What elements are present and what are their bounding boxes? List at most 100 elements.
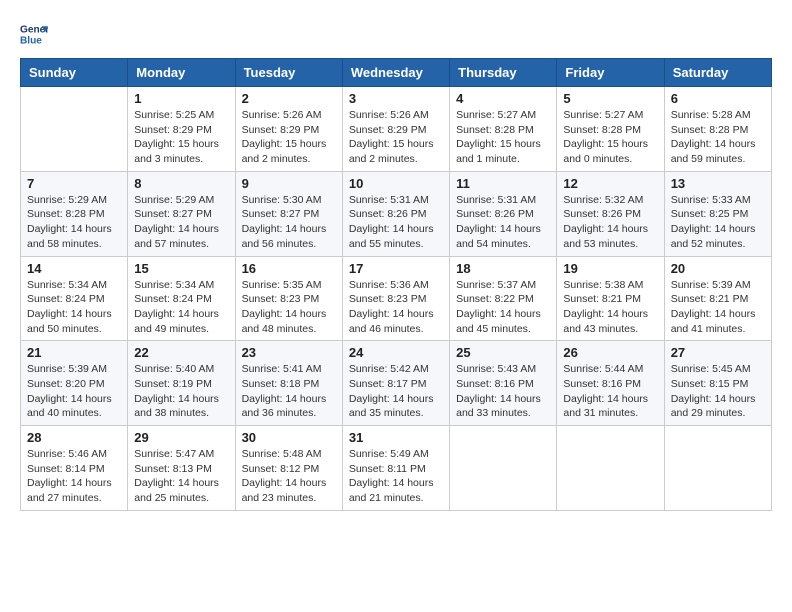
day-info: Sunrise: 5:44 AMSunset: 8:16 PMDaylight:…	[563, 362, 657, 421]
calendar-cell: 8Sunrise: 5:29 AMSunset: 8:27 PMDaylight…	[128, 171, 235, 256]
calendar-cell: 21 Sunrise: 5:39 AMSunset: 8:20 PMDayligh…	[21, 341, 128, 426]
day-info: Sunrise: 5:39 AMSunset: 8:21 PMDaylight:…	[671, 278, 765, 337]
day-number: 21	[27, 345, 121, 360]
day-number: 3	[349, 91, 443, 106]
day-number: 22	[134, 345, 228, 360]
day-number: 23	[242, 345, 336, 360]
calendar-cell: 30Sunrise: 5:48 AMSunset: 8:12 PMDayligh…	[235, 426, 342, 511]
calendar-cell	[557, 426, 664, 511]
day-info: Sunrise: 5:40 AMSunset: 8:19 PMDaylight:…	[134, 362, 228, 421]
day-info: Sunrise: 5:35 AMSunset: 8:23 PMDaylight:…	[242, 278, 336, 337]
calendar-cell: 1 Sunrise: 5:25 AMSunset: 8:29 PMDaylight…	[128, 87, 235, 172]
day-number: 14	[27, 261, 121, 276]
day-info: Sunrise: 5:38 AMSunset: 8:21 PMDaylight:…	[563, 278, 657, 337]
calendar-week-row: 7 Sunrise: 5:29 AMSunset: 8:28 PMDaylight…	[21, 171, 772, 256]
day-number: 16	[242, 261, 336, 276]
day-number: 29	[134, 430, 228, 445]
day-number: 6	[671, 91, 765, 106]
calendar-cell: 27 Sunrise: 5:45 AMSunset: 8:15 PMDayligh…	[664, 341, 771, 426]
day-info: Sunrise: 5:47 AMSunset: 8:13 PMDaylight:…	[134, 447, 228, 506]
calendar-cell	[664, 426, 771, 511]
day-number: 2	[242, 91, 336, 106]
calendar-cell: 20 Sunrise: 5:39 AMSunset: 8:21 PMDayligh…	[664, 256, 771, 341]
calendar-cell: 18 Sunrise: 5:37 AMSunset: 8:22 PMDayligh…	[450, 256, 557, 341]
day-number: 7	[27, 176, 121, 191]
day-number: 11	[456, 176, 550, 191]
day-info: Sunrise: 5:26 AMSunset: 8:29 PMDaylight:…	[349, 108, 443, 167]
day-info: Sunrise: 5:34 AMSunset: 8:24 PMDaylight:…	[27, 278, 121, 337]
day-number: 28	[27, 430, 121, 445]
calendar-cell: 11Sunrise: 5:31 AMSunset: 8:26 PMDayligh…	[450, 171, 557, 256]
day-number: 15	[134, 261, 228, 276]
day-number: 1	[134, 91, 228, 106]
day-number: 26	[563, 345, 657, 360]
day-number: 4	[456, 91, 550, 106]
day-info: Sunrise: 5:34 AMSunset: 8:24 PMDaylight:…	[134, 278, 228, 337]
logo-icon: General Blue	[20, 20, 48, 48]
day-info: Sunrise: 5:36 AMSunset: 8:23 PMDaylight:…	[349, 278, 443, 337]
weekday-header: Sunday	[21, 59, 128, 87]
calendar-cell: 4 Sunrise: 5:27 AMSunset: 8:28 PMDaylight…	[450, 87, 557, 172]
weekday-header: Tuesday	[235, 59, 342, 87]
calendar-cell: 6 Sunrise: 5:28 AMSunset: 8:28 PMDaylight…	[664, 87, 771, 172]
day-number: 9	[242, 176, 336, 191]
calendar-cell: 13 Sunrise: 5:33 AMSunset: 8:25 PMDayligh…	[664, 171, 771, 256]
day-info: Sunrise: 5:25 AMSunset: 8:29 PMDaylight:…	[134, 108, 228, 167]
day-info: Sunrise: 5:37 AMSunset: 8:22 PMDaylight:…	[456, 278, 550, 337]
calendar-cell: 29 Sunrise: 5:47 AMSunset: 8:13 PMDayligh…	[128, 426, 235, 511]
calendar-cell: 7 Sunrise: 5:29 AMSunset: 8:28 PMDaylight…	[21, 171, 128, 256]
day-info: Sunrise: 5:41 AMSunset: 8:18 PMDaylight:…	[242, 362, 336, 421]
calendar-cell: 15 Sunrise: 5:34 AMSunset: 8:24 PMDayligh…	[128, 256, 235, 341]
day-info: Sunrise: 5:31 AMSunset: 8:26 PMDaylight:…	[349, 193, 443, 252]
calendar-cell	[21, 87, 128, 172]
calendar-cell: 22 Sunrise: 5:40 AMSunset: 8:19 PMDayligh…	[128, 341, 235, 426]
calendar-week-row: 1 Sunrise: 5:25 AMSunset: 8:29 PMDaylight…	[21, 87, 772, 172]
day-info: Sunrise: 5:29 AMSunset: 8:28 PMDaylight:…	[27, 193, 121, 252]
day-info: Sunrise: 5:30 AMSunset: 8:27 PMDaylight:…	[242, 193, 336, 252]
calendar-cell: 10Sunrise: 5:31 AMSunset: 8:26 PMDayligh…	[342, 171, 449, 256]
day-number: 20	[671, 261, 765, 276]
calendar-cell: 31Sunrise: 5:49 AMSunset: 8:11 PMDayligh…	[342, 426, 449, 511]
weekday-header: Thursday	[450, 59, 557, 87]
day-number: 12	[563, 176, 657, 191]
calendar-week-row: 21 Sunrise: 5:39 AMSunset: 8:20 PMDayligh…	[21, 341, 772, 426]
calendar-cell: 14 Sunrise: 5:34 AMSunset: 8:24 PMDayligh…	[21, 256, 128, 341]
day-info: Sunrise: 5:33 AMSunset: 8:25 PMDaylight:…	[671, 193, 765, 252]
day-number: 19	[563, 261, 657, 276]
day-info: Sunrise: 5:26 AMSunset: 8:29 PMDaylight:…	[242, 108, 336, 167]
calendar-cell: 3 Sunrise: 5:26 AMSunset: 8:29 PMDaylight…	[342, 87, 449, 172]
day-info: Sunrise: 5:49 AMSunset: 8:11 PMDaylight:…	[349, 447, 443, 506]
calendar-cell: 24 Sunrise: 5:42 AMSunset: 8:17 PMDayligh…	[342, 341, 449, 426]
calendar-cell: 17 Sunrise: 5:36 AMSunset: 8:23 PMDayligh…	[342, 256, 449, 341]
day-info: Sunrise: 5:32 AMSunset: 8:26 PMDaylight:…	[563, 193, 657, 252]
day-number: 13	[671, 176, 765, 191]
day-number: 18	[456, 261, 550, 276]
weekday-header: Saturday	[664, 59, 771, 87]
calendar-cell: 19 Sunrise: 5:38 AMSunset: 8:21 PMDayligh…	[557, 256, 664, 341]
calendar-cell	[450, 426, 557, 511]
day-info: Sunrise: 5:45 AMSunset: 8:15 PMDaylight:…	[671, 362, 765, 421]
calendar-cell: 26 Sunrise: 5:44 AMSunset: 8:16 PMDayligh…	[557, 341, 664, 426]
day-number: 25	[456, 345, 550, 360]
day-number: 30	[242, 430, 336, 445]
day-info: Sunrise: 5:28 AMSunset: 8:28 PMDaylight:…	[671, 108, 765, 167]
day-number: 17	[349, 261, 443, 276]
day-info: Sunrise: 5:27 AMSunset: 8:28 PMDaylight:…	[456, 108, 550, 167]
day-number: 27	[671, 345, 765, 360]
logo: General Blue	[20, 20, 48, 48]
weekday-header: Friday	[557, 59, 664, 87]
calendar-cell: 12 Sunrise: 5:32 AMSunset: 8:26 PMDayligh…	[557, 171, 664, 256]
day-info: Sunrise: 5:42 AMSunset: 8:17 PMDaylight:…	[349, 362, 443, 421]
day-number: 24	[349, 345, 443, 360]
calendar-header-row: SundayMondayTuesdayWednesdayThursdayFrid…	[21, 59, 772, 87]
day-info: Sunrise: 5:29 AMSunset: 8:27 PMDaylight:…	[134, 193, 228, 252]
calendar-cell: 9 Sunrise: 5:30 AMSunset: 8:27 PMDaylight…	[235, 171, 342, 256]
page-header: General Blue	[20, 20, 772, 48]
calendar-cell: 25Sunrise: 5:43 AMSunset: 8:16 PMDayligh…	[450, 341, 557, 426]
calendar-cell: 16 Sunrise: 5:35 AMSunset: 8:23 PMDayligh…	[235, 256, 342, 341]
calendar-week-row: 28Sunrise: 5:46 AMSunset: 8:14 PMDayligh…	[21, 426, 772, 511]
day-info: Sunrise: 5:39 AMSunset: 8:20 PMDaylight:…	[27, 362, 121, 421]
calendar-cell: 2 Sunrise: 5:26 AMSunset: 8:29 PMDaylight…	[235, 87, 342, 172]
calendar-body: 1 Sunrise: 5:25 AMSunset: 8:29 PMDaylight…	[21, 87, 772, 511]
day-number: 5	[563, 91, 657, 106]
